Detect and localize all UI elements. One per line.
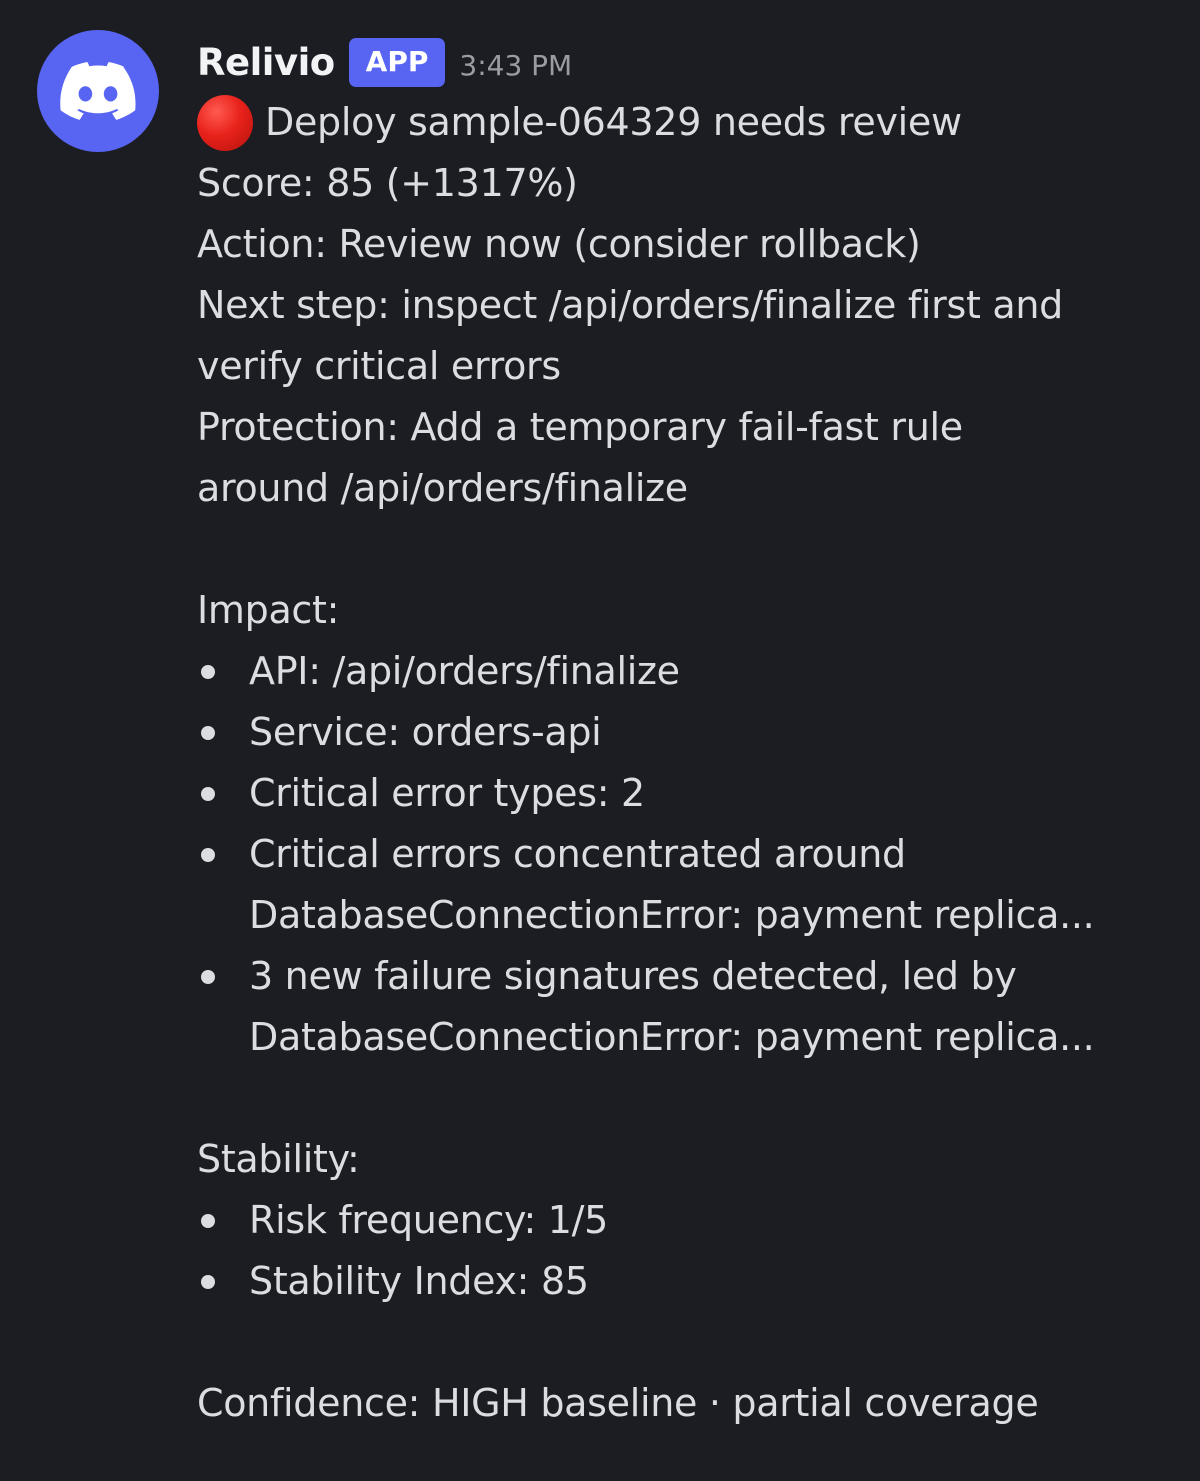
list-item: 3 new failure signatures detected, led b… — [197, 946, 1172, 1068]
bullet-icon — [201, 1275, 215, 1289]
impact-list: API: /api/orders/finalize Service: order… — [197, 641, 1172, 1068]
bullet-icon — [201, 848, 215, 862]
list-item-text: Risk frequency: 1/5 — [249, 1198, 609, 1242]
bullet-icon — [201, 1214, 215, 1228]
chat-message: Relivio APP 3:43 PM Deploy sample-064329… — [0, 0, 1200, 1481]
list-item: Service: orders-api — [197, 702, 1172, 763]
stability-heading: Stability: — [197, 1137, 360, 1181]
action-line: Action: Review now (consider rollback) — [197, 222, 921, 266]
list-item-text-cont: DatabaseConnectionError: payment replica… — [249, 1015, 1095, 1059]
bullet-icon — [201, 787, 215, 801]
list-item: Critical error types: 2 — [197, 763, 1172, 824]
message-timestamp[interactable]: 3:43 PM — [459, 49, 572, 82]
list-item-text: Service: orders-api — [249, 710, 602, 754]
alert-title: Deploy sample-064329 needs review — [265, 100, 962, 144]
stability-list: Risk frequency: 1/5 Stability Index: 85 — [197, 1190, 1172, 1312]
protection-line: Protection: Add a temporary fail-fast ru… — [197, 405, 963, 449]
list-item: Stability Index: 85 — [197, 1251, 1172, 1312]
list-item: Critical errors concentrated around Data… — [197, 824, 1172, 946]
author-name[interactable]: Relivio — [197, 41, 335, 84]
alert-title-line: Deploy sample-064329 needs review — [197, 92, 1172, 153]
impact-heading: Impact: — [197, 588, 340, 632]
discord-logo-icon — [60, 62, 136, 120]
list-item-text-cont: DatabaseConnectionError: payment replica… — [249, 893, 1095, 937]
message-header: Relivio APP 3:43 PM — [197, 32, 1172, 92]
list-item-text: Critical errors concentrated around — [249, 832, 906, 876]
list-item: API: /api/orders/finalize — [197, 641, 1172, 702]
list-item-text: API: /api/orders/finalize — [249, 649, 680, 693]
bullet-icon — [201, 970, 215, 984]
list-item-text: Critical error types: 2 — [249, 771, 645, 815]
message-body: Deploy sample-064329 needs review Score:… — [197, 92, 1172, 1434]
next-step-line-cont: verify critical errors — [197, 344, 561, 388]
list-item-text: 3 new failure signatures detected, led b… — [249, 954, 1017, 998]
list-item: Risk frequency: 1/5 — [197, 1190, 1172, 1251]
bullet-icon — [201, 726, 215, 740]
bullet-icon — [201, 665, 215, 679]
red-circle-icon — [197, 94, 253, 151]
app-badge: APP — [348, 37, 446, 87]
protection-line-cont: around /api/orders/finalize — [197, 466, 688, 510]
list-item-text: Stability Index: 85 — [249, 1259, 589, 1303]
score-line: Score: 85 (+1317%) — [197, 161, 578, 205]
confidence-line: Confidence: HIGH baseline · partial cove… — [197, 1381, 1039, 1425]
message-content: Relivio APP 3:43 PM Deploy sample-064329… — [197, 32, 1172, 1434]
bot-avatar[interactable] — [37, 30, 159, 152]
next-step-line: Next step: inspect /api/orders/finalize … — [197, 283, 1063, 327]
